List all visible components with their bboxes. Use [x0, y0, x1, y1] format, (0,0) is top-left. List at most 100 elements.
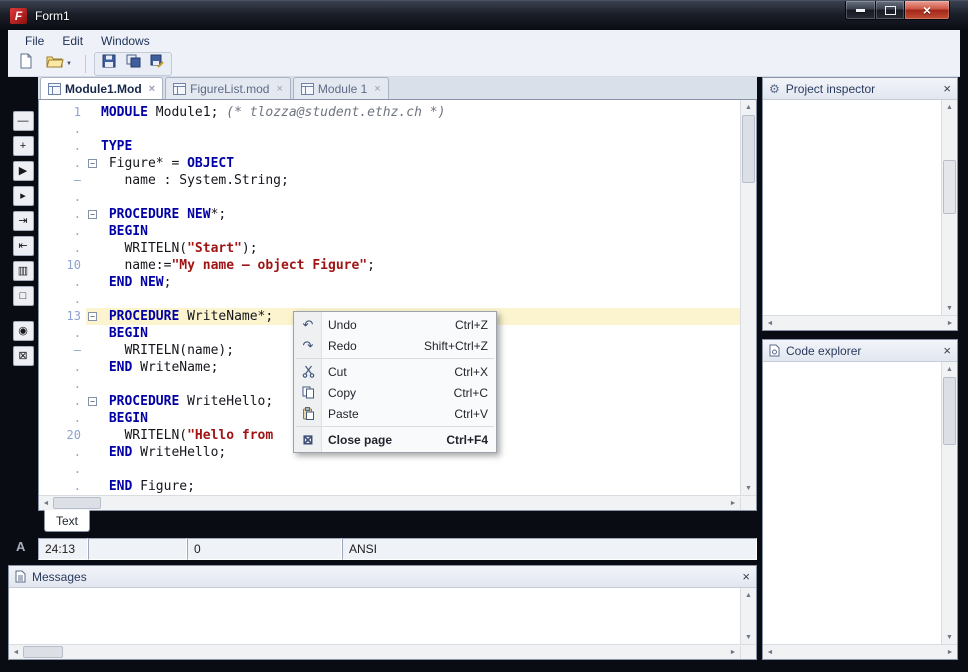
project-inspector-content	[763, 100, 941, 315]
code-line[interactable]: .	[39, 121, 740, 138]
scroll-left-icon[interactable]: ◄	[763, 649, 777, 656]
run-icon[interactable]: ▶	[13, 161, 34, 181]
messages-vertical-scrollbar[interactable]: ▲ ▼	[740, 588, 756, 644]
code-explorer-horizontal-scrollbar[interactable]: ◄ ►	[763, 644, 957, 659]
menu-item-windows[interactable]: Windows	[92, 32, 159, 50]
fold-toggle-icon[interactable]: −	[88, 397, 97, 406]
code-line[interactable]: .	[39, 461, 740, 478]
scroll-up-icon[interactable]: ▲	[942, 362, 957, 376]
menu-item-edit[interactable]: Edit	[53, 32, 92, 50]
scrollbar-thumb[interactable]	[943, 160, 956, 214]
close-project-inspector-icon[interactable]: ×	[943, 82, 951, 95]
fold-toggle-icon[interactable]: −	[88, 210, 97, 219]
line-number: .	[39, 138, 86, 155]
open-button[interactable]: ▼	[41, 53, 77, 75]
scroll-up-icon[interactable]: ▲	[741, 100, 756, 114]
line-number: .	[39, 291, 86, 308]
code-line[interactable]: .	[39, 291, 740, 308]
columns-icon[interactable]: ▥	[13, 261, 34, 281]
module-icon	[301, 83, 314, 95]
code-explorer-panel: Code explorer × ▲ ▼ ◄ ►	[762, 339, 958, 660]
scroll-up-icon[interactable]: ▲	[942, 100, 957, 114]
scroll-right-icon[interactable]: ►	[943, 320, 957, 327]
scroll-left-icon[interactable]: ◄	[763, 320, 777, 327]
step-out-icon[interactable]: ⇤	[13, 236, 34, 256]
scroll-down-icon[interactable]: ▼	[942, 630, 957, 644]
code-text: END Figure;	[101, 478, 740, 495]
project-inspector-header: ⚙ Project inspector ×	[763, 78, 957, 100]
project-inspector-vertical-scrollbar[interactable]: ▲ ▼	[941, 100, 957, 315]
menu-item-file[interactable]: File	[16, 32, 53, 50]
menu-item-copy[interactable]: CopyCtrl+C	[294, 382, 496, 403]
scrollbar-thumb[interactable]	[742, 115, 755, 183]
save-all-button[interactable]	[121, 53, 145, 75]
scroll-right-icon[interactable]: ►	[726, 649, 740, 656]
code-line[interactable]: . BEGIN	[39, 223, 740, 240]
messages-panel: Messages × ▲ ▼ ◄ ►	[8, 565, 757, 660]
code-line[interactable]: . END NEW;	[39, 274, 740, 291]
tab-close-icon[interactable]: ×	[149, 83, 155, 95]
close-messages-icon[interactable]: ×	[742, 570, 750, 583]
code-line[interactable]: .− Figure* = OBJECT	[39, 155, 740, 172]
code-line[interactable]: .TYPE	[39, 138, 740, 155]
code-line[interactable]: .	[39, 189, 740, 206]
clear-icon[interactable]: ⊠	[13, 346, 34, 366]
maximize-button[interactable]	[876, 1, 905, 20]
close-window-button[interactable]: ×	[905, 1, 950, 20]
tab-figurelist-mod[interactable]: FigureList.mod×	[165, 77, 291, 99]
fold-toggle-icon[interactable]: −	[88, 312, 97, 321]
breakpoint-icon[interactable]: ◉	[13, 321, 34, 341]
scrollbar-thumb[interactable]	[943, 377, 956, 445]
save-button[interactable]	[97, 53, 121, 75]
editor-horizontal-scrollbar[interactable]: ◄ ►	[39, 495, 756, 510]
tab-text[interactable]: Text	[44, 510, 90, 532]
code-text	[101, 121, 740, 138]
scroll-down-icon[interactable]: ▼	[942, 301, 957, 315]
scroll-left-icon[interactable]: ◄	[9, 649, 23, 656]
code-line[interactable]: . END Figure;	[39, 478, 740, 495]
stop-icon[interactable]: □	[13, 286, 34, 306]
minimize-button[interactable]	[845, 1, 876, 20]
scroll-left-icon[interactable]: ◄	[39, 500, 53, 507]
scrollbar-thumb[interactable]	[53, 497, 101, 509]
scroll-right-icon[interactable]: ►	[726, 500, 740, 507]
line-number: .	[39, 478, 86, 495]
line-number: .	[39, 444, 86, 461]
tab-module-1[interactable]: Module 1×	[293, 77, 389, 99]
menu-item-undo[interactable]: ↶UndoCtrl+Z	[294, 314, 496, 335]
menu-item-paste[interactable]: PasteCtrl+V	[294, 403, 496, 424]
tab-close-icon[interactable]: ×	[276, 83, 282, 95]
code-line[interactable]: 1MODULE Module1; (* tlozza@student.ethz.…	[39, 104, 740, 121]
line-number: –	[39, 342, 86, 359]
menu-item-redo[interactable]: ↷RedoShift+Ctrl+Z	[294, 335, 496, 356]
new-document-button[interactable]	[14, 53, 38, 75]
code-line[interactable]: .− PROCEDURE NEW*;	[39, 206, 740, 223]
app-icon[interactable]: F	[10, 8, 27, 24]
scroll-right-icon[interactable]: ►	[943, 649, 957, 656]
run-step-icon[interactable]: ▸	[13, 186, 34, 206]
close-code-explorer-icon[interactable]: ×	[943, 344, 951, 357]
tab-close-icon[interactable]: ×	[374, 83, 380, 95]
scrollbar-thumb[interactable]	[23, 646, 63, 658]
code-line[interactable]: 10 name:="My name – object Figure";	[39, 257, 740, 274]
scroll-down-icon[interactable]: ▼	[741, 481, 756, 495]
code-line[interactable]: – name : System.String;	[39, 172, 740, 189]
project-inspector-horizontal-scrollbar[interactable]: ◄ ►	[763, 315, 957, 330]
font-icon[interactable]: A	[16, 539, 25, 554]
step-into-icon[interactable]: ⇥	[13, 211, 34, 231]
code-explorer-vertical-scrollbar[interactable]: ▲ ▼	[941, 362, 957, 644]
scroll-up-icon[interactable]: ▲	[741, 588, 756, 602]
messages-horizontal-scrollbar[interactable]: ◄ ►	[9, 644, 756, 659]
editor-vertical-scrollbar[interactable]: ▲ ▼	[740, 100, 756, 495]
menu-item-cut[interactable]: CutCtrl+X	[294, 361, 496, 382]
scroll-down-icon[interactable]: ▼	[741, 630, 756, 644]
menu-item-close-page[interactable]: ⊠Close pageCtrl+F4	[294, 429, 496, 450]
code-line[interactable]: . WRITELN("Start");	[39, 240, 740, 257]
tab-module1-mod[interactable]: Module1.Mod×	[40, 77, 163, 99]
export-button[interactable]	[145, 53, 169, 75]
fold-toggle-icon[interactable]: −	[88, 159, 97, 168]
fold-column	[86, 104, 101, 121]
export-icon	[150, 54, 164, 73]
splitter-icon[interactable]: —	[13, 111, 34, 131]
move-icon[interactable]: +	[13, 136, 34, 156]
